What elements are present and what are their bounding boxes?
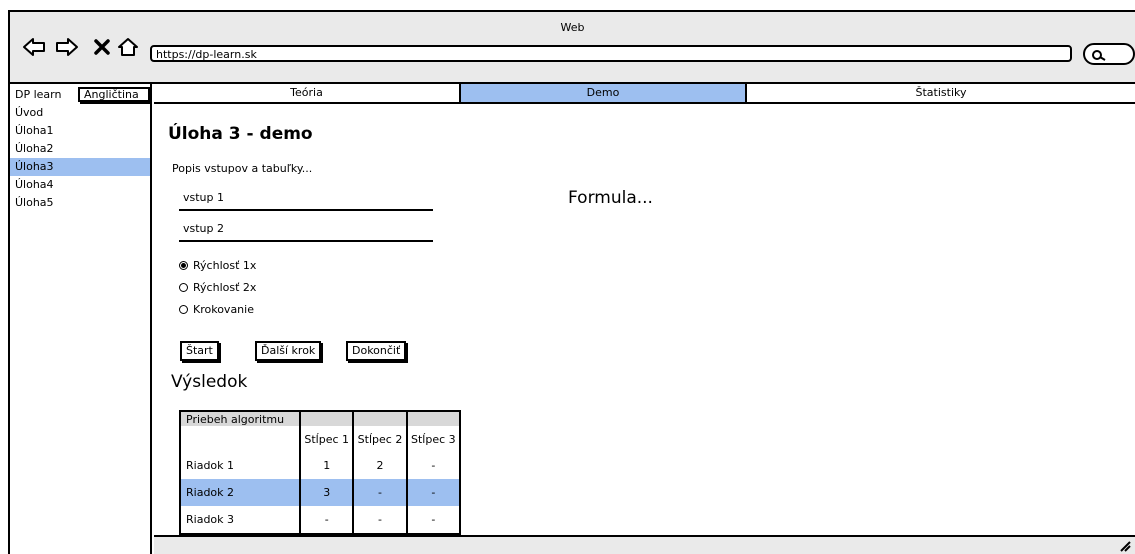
sidebar-item-uloha1[interactable]: Úloha1 [10, 122, 150, 140]
close-icon[interactable] [94, 39, 110, 55]
finish-button[interactable]: Dokončiť [346, 341, 407, 361]
radio-speed-1x[interactable]: Rýchlosť 1x [179, 259, 256, 272]
table-cell: - [405, 452, 460, 479]
radio-speed-2x[interactable]: Rýchlosť 2x [179, 281, 256, 294]
tab-teoria[interactable]: Teória [154, 84, 461, 102]
tab-bar: Teória Demo Štatistiky [154, 84, 1135, 104]
start-button[interactable]: Štart [180, 341, 219, 361]
table-cell: - [352, 506, 407, 534]
window-title: Web [560, 21, 585, 34]
column-header: Stĺpec 3 [405, 426, 460, 452]
sidebar-item-uloha5[interactable]: Úloha5 [10, 194, 150, 212]
radio-label: Rýchlosť 1x [193, 259, 257, 272]
url-bar[interactable]: https://dp-learn.sk [150, 45, 1072, 62]
column-header: Stĺpec 1 [299, 426, 354, 452]
search-icon [1092, 50, 1106, 61]
page-title: Úloha 3 - demo [168, 124, 313, 144]
table-cell: - [352, 479, 407, 506]
table-cell: 3 [299, 479, 354, 506]
radio-label: Krokovanie [193, 303, 254, 316]
search-button[interactable] [1083, 43, 1135, 65]
table-row[interactable]: Riadok 3 - - - [180, 506, 460, 534]
sidebar-item-uvod[interactable]: Úvod [10, 104, 150, 122]
table-cell: 2 [352, 452, 407, 479]
next-step-button[interactable]: Ďalší krok [255, 341, 322, 361]
table-caption: Priebeh algoritmu [180, 411, 301, 426]
sidebar-header: DP learn Angličtina [10, 84, 150, 104]
result-heading: Výsledok [171, 372, 248, 392]
tab-demo[interactable]: Demo [461, 84, 747, 102]
tab-statistiky[interactable]: Štatistiky [747, 84, 1135, 102]
row-label: Riadok 3 [186, 513, 235, 526]
table-cell: - [299, 506, 354, 534]
back-arrow-icon[interactable] [22, 37, 46, 57]
resize-grip-icon[interactable] [1119, 540, 1131, 552]
sidebar-item-uloha3[interactable]: Úloha3 [10, 158, 150, 176]
formula-text: Formula... [568, 188, 653, 208]
table-cell: - [405, 506, 460, 534]
sidebar-item-uloha2[interactable]: Úloha2 [10, 140, 150, 158]
input-field-1[interactable]: vstup 1 [179, 189, 433, 211]
sidebar: DP learn Angličtina Úvod Úloha1 Úloha2 Ú… [10, 84, 152, 554]
status-bar [154, 535, 1135, 554]
input-field-2[interactable]: vstup 2 [179, 220, 433, 242]
column-header: Stĺpec 2 [352, 426, 407, 452]
table-row[interactable]: Riadok 1 1 2 - [180, 452, 460, 479]
sidebar-item-uloha4[interactable]: Úloha4 [10, 176, 150, 194]
row-label: Riadok 2 [180, 479, 301, 506]
radio-stepping[interactable]: Krokovanie [179, 303, 254, 316]
table-header-row: Stĺpec 1 Stĺpec 2 Stĺpec 3 [180, 426, 460, 452]
browser-window: Web https://dp-learn.sk DP learn Angličt… [8, 10, 1135, 554]
table-caption-row: Priebeh algoritmu [180, 411, 460, 426]
radio-label: Rýchlosť 2x [193, 281, 257, 294]
forward-arrow-icon[interactable] [55, 37, 79, 57]
language-button[interactable]: Angličtina [78, 87, 150, 102]
home-icon[interactable] [117, 37, 139, 57]
app-brand: DP learn [15, 88, 62, 101]
table-cell: - [405, 479, 460, 506]
table-cell: 1 [299, 452, 354, 479]
browser-titlebar: Web https://dp-learn.sk [10, 12, 1135, 84]
row-label: Riadok 1 [186, 459, 235, 472]
main-content: Úloha 3 - demo Popis vstupov a tabuľky..… [154, 104, 1135, 554]
radio-checked-icon [179, 261, 188, 270]
result-table: Priebeh algoritmu Stĺpec 1 Stĺpec 2 Stĺp… [179, 410, 461, 535]
table-row[interactable]: Riadok 2 3 - - [180, 479, 460, 506]
radio-unchecked-icon [179, 305, 188, 314]
description-text: Popis vstupov a tabuľky... [172, 162, 313, 175]
radio-unchecked-icon [179, 283, 188, 292]
